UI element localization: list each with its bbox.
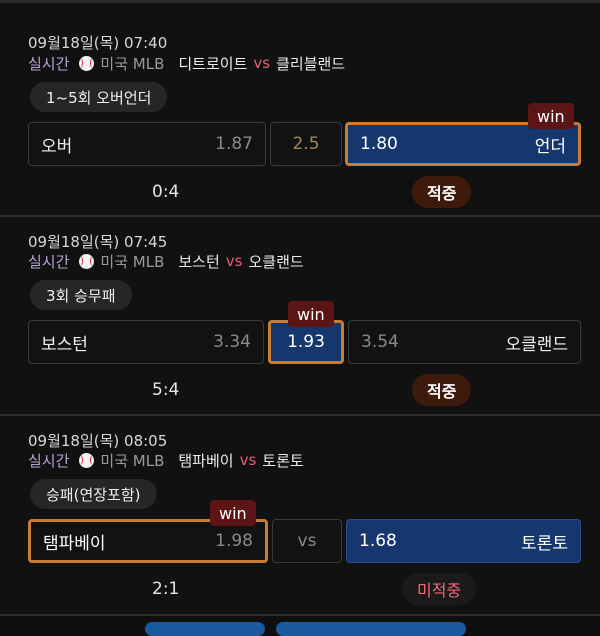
option-away[interactable]: 3.54 오클랜드 xyxy=(348,320,581,364)
option-label: 탬파베이 xyxy=(43,533,106,554)
option-over[interactable]: 오버 1.87 xyxy=(28,122,266,166)
league-label: 미국 MLB xyxy=(100,54,165,73)
away-team: 토론토 xyxy=(262,451,304,470)
away-team: 클리블랜드 xyxy=(276,54,346,73)
win-tag: win xyxy=(288,301,334,327)
baseball-icon xyxy=(79,55,95,71)
final-score: 5:4 xyxy=(152,380,180,400)
divider xyxy=(0,614,600,616)
bet-datetime: 09월18일(목) 08:05 xyxy=(28,432,168,450)
option-away[interactable]: 1.68 토론토 xyxy=(346,519,581,563)
vs-label: vs xyxy=(239,451,257,469)
option-odd: 1.87 xyxy=(215,134,253,154)
league-label: 미국 MLB xyxy=(100,252,165,271)
vs-label: vs xyxy=(253,54,271,72)
home-team: 보스턴 xyxy=(178,252,220,271)
market-badge: 3회 승무패 xyxy=(30,280,132,310)
bet-datetime: 09월18일(목) 07:40 xyxy=(28,34,168,52)
bet-card-1: 09월18일(목) 07:40 실시간 미국 MLB 디트로이트 vs 클리블랜… xyxy=(0,3,600,215)
vs-label: vs xyxy=(225,252,243,270)
market-badge: 승패(연장포함) xyxy=(30,479,157,509)
home-team: 탬파베이 xyxy=(178,451,234,470)
bet-match-info: 실시간 미국 MLB 디트로이트 vs 클리블랜드 xyxy=(28,52,345,74)
win-tag: win xyxy=(528,103,574,129)
option-label: 오클랜드 xyxy=(505,334,568,355)
option-odd: 1.80 xyxy=(360,134,398,154)
bet-match-info: 실시간 미국 MLB 보스턴 vs 오클랜드 xyxy=(28,250,304,272)
option-label: 오버 xyxy=(41,136,73,157)
bet-datetime: 09월18일(목) 07:45 xyxy=(28,233,168,251)
home-team: 디트로이트 xyxy=(178,54,248,73)
option-home[interactable]: 보스턴 3.34 xyxy=(28,320,264,364)
bet-card-2: 09월18일(목) 07:45 실시간 미국 MLB 보스턴 vs 오클랜드 3… xyxy=(0,217,600,414)
option-odd: 1.68 xyxy=(359,531,397,551)
away-team: 오클랜드 xyxy=(248,252,304,271)
league-label: 미국 MLB xyxy=(100,451,165,470)
option-line[interactable]: 2.5 xyxy=(270,122,342,166)
option-odd: 3.34 xyxy=(213,332,251,352)
live-label: 실시간 xyxy=(28,451,70,470)
live-label: 실시간 xyxy=(28,54,70,73)
result-badge: 미적중 xyxy=(402,573,477,605)
bet-card-3: 09월18일(목) 08:05 실시간 미국 MLB 탬파베이 vs 토론토 승… xyxy=(0,416,600,614)
final-score: 2:1 xyxy=(152,579,180,599)
bottom-button-right[interactable] xyxy=(276,622,466,636)
market-badge: 1~5회 오버언더 xyxy=(30,82,168,112)
result-badge: 적중 xyxy=(412,374,472,406)
bottom-button-left[interactable] xyxy=(145,622,265,636)
live-label: 실시간 xyxy=(28,252,70,271)
bet-match-info: 실시간 미국 MLB 탬파베이 vs 토론토 xyxy=(28,449,304,471)
final-score: 0:4 xyxy=(152,182,180,202)
option-label: 언더 xyxy=(534,136,566,157)
option-label: 토론토 xyxy=(521,533,568,554)
option-odd: 1.98 xyxy=(215,531,253,551)
option-label: 보스턴 xyxy=(41,334,88,355)
option-odd: 3.54 xyxy=(361,332,399,352)
result-badge: 적중 xyxy=(412,176,472,208)
baseball-icon xyxy=(79,452,95,468)
win-tag: win xyxy=(210,500,256,526)
baseball-icon xyxy=(79,253,95,269)
option-vs: vs xyxy=(272,519,342,563)
